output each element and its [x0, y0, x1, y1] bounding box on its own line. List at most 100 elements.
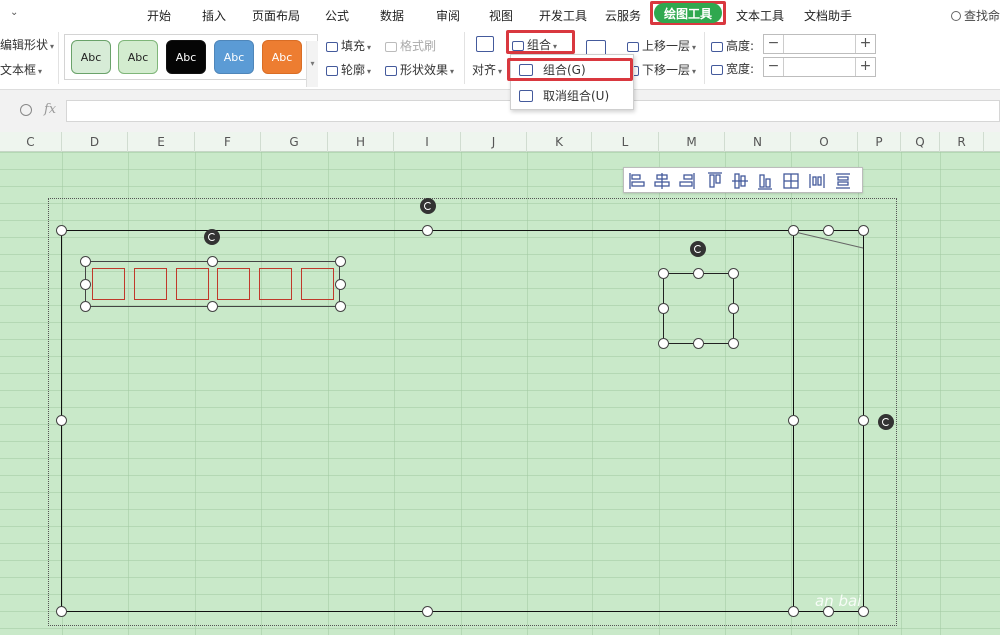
- menu-item-ungroup[interactable]: 取消组合(U): [511, 83, 633, 109]
- rotate-handle-icon[interactable]: [878, 414, 894, 430]
- style-swatch[interactable]: Abc: [71, 40, 111, 74]
- resize-handle[interactable]: [693, 268, 704, 279]
- shape-effect-button[interactable]: 形状效果 ▾: [385, 61, 454, 78]
- resize-handle[interactable]: [788, 606, 799, 617]
- resize-handle[interactable]: [728, 338, 739, 349]
- column-header[interactable]: G: [261, 132, 328, 152]
- column-header[interactable]: Q: [901, 132, 940, 152]
- group-button[interactable]: 组合 ▾: [512, 36, 557, 53]
- width-minus-button[interactable]: −: [764, 58, 784, 76]
- column-header[interactable]: I: [394, 132, 461, 152]
- resize-handle[interactable]: [788, 415, 799, 426]
- column-header[interactable]: F: [195, 132, 261, 152]
- tab-insert[interactable]: 插入: [202, 7, 226, 24]
- resize-handle[interactable]: [335, 256, 346, 267]
- height-plus-button[interactable]: +: [855, 35, 875, 53]
- resize-handle[interactable]: [80, 279, 91, 290]
- style-swatch[interactable]: Abc: [214, 40, 254, 74]
- postcode-cell[interactable]: [176, 268, 209, 300]
- send-backward-label: 下移一层: [642, 63, 691, 77]
- bring-forward-button[interactable]: 上移一层 ▾: [627, 37, 696, 54]
- search-command[interactable]: 查找命: [950, 7, 1000, 24]
- text-box-button[interactable]: 文本框 ▾: [0, 61, 42, 78]
- stamp-square-shape[interactable]: [663, 273, 734, 344]
- column-header[interactable]: C: [0, 132, 62, 152]
- tab-home[interactable]: 开始: [147, 7, 171, 24]
- tab-developer[interactable]: 开发工具: [539, 7, 587, 24]
- resize-handle[interactable]: [658, 303, 669, 314]
- align-button[interactable]: 对齐 ▾: [472, 61, 502, 78]
- resize-handle[interactable]: [56, 225, 67, 236]
- distribute-vertical-icon: [809, 174, 825, 188]
- column-header[interactable]: O: [791, 132, 858, 152]
- resize-handle[interactable]: [207, 256, 218, 267]
- chevron-down-icon: ▾: [498, 67, 503, 76]
- width-plus-button[interactable]: +: [855, 58, 875, 76]
- column-header[interactable]: M: [659, 132, 725, 152]
- postcode-cell[interactable]: [259, 268, 292, 300]
- resize-handle[interactable]: [658, 268, 669, 279]
- quick-menu-chevron-icon[interactable]: ⌄: [10, 7, 18, 18]
- style-swatch[interactable]: Abc: [118, 40, 158, 74]
- column-header[interactable]: K: [527, 132, 592, 152]
- column-header[interactable]: H: [328, 132, 394, 152]
- resize-handle[interactable]: [56, 606, 67, 617]
- tab-cloud-service[interactable]: 云服务: [605, 7, 641, 24]
- resize-handle[interactable]: [823, 225, 834, 236]
- column-header[interactable]: J: [461, 132, 527, 152]
- resize-handle[interactable]: [728, 268, 739, 279]
- resize-handle[interactable]: [335, 279, 346, 290]
- column-header[interactable]: N: [725, 132, 791, 152]
- resize-handle[interactable]: [788, 225, 799, 236]
- rotate-handle-icon[interactable]: [690, 241, 706, 257]
- height-minus-button[interactable]: −: [764, 35, 784, 53]
- resize-handle[interactable]: [80, 256, 91, 267]
- postcode-cell[interactable]: [217, 268, 250, 300]
- zoom-icon[interactable]: [20, 104, 32, 116]
- resize-handle[interactable]: [858, 225, 869, 236]
- resize-handle[interactable]: [658, 338, 669, 349]
- align-icon[interactable]: [476, 34, 497, 53]
- resize-handle[interactable]: [693, 338, 704, 349]
- format-painter-button[interactable]: 格式刷: [385, 37, 436, 54]
- tab-doc-assistant[interactable]: 文档助手: [804, 7, 852, 24]
- tab-formula[interactable]: 公式: [325, 7, 349, 24]
- resize-handle[interactable]: [80, 301, 91, 312]
- side-strip-shape[interactable]: [793, 230, 864, 612]
- resize-handle[interactable]: [422, 606, 433, 617]
- gallery-more-icon[interactable]: ▾: [306, 41, 318, 87]
- column-header[interactable]: E: [128, 132, 195, 152]
- tab-page-layout[interactable]: 页面布局: [252, 7, 300, 24]
- fx-icon[interactable]: fx: [44, 102, 56, 117]
- tab-data[interactable]: 数据: [380, 7, 404, 24]
- tab-text-tools[interactable]: 文本工具: [736, 7, 784, 24]
- resize-handle[interactable]: [728, 303, 739, 314]
- resize-handle[interactable]: [207, 301, 218, 312]
- resize-handle[interactable]: [422, 225, 433, 236]
- resize-handle[interactable]: [335, 301, 346, 312]
- tab-view[interactable]: 视图: [489, 7, 513, 24]
- resize-handle[interactable]: [858, 415, 869, 426]
- column-header[interactable]: P: [858, 132, 901, 152]
- postcode-cell[interactable]: [92, 268, 125, 300]
- column-header[interactable]: R: [940, 132, 984, 152]
- style-swatch[interactable]: Abc: [166, 40, 206, 74]
- fill-button[interactable]: 填充 ▾: [326, 37, 371, 54]
- send-backward-button[interactable]: 下移一层 ▾: [627, 61, 696, 78]
- menu-bar: ⌄ 开始 插入 页面布局 公式 数据 审阅 视图 开发工具 云服务 绘图工具 文…: [0, 0, 1000, 28]
- tab-drawing-tools[interactable]: 绘图工具: [654, 3, 723, 23]
- tab-review[interactable]: 审阅: [436, 7, 460, 24]
- distribute-spacing-icon: [836, 173, 850, 189]
- outline-button[interactable]: 轮廓 ▾: [326, 61, 371, 78]
- column-header[interactable]: L: [592, 132, 659, 152]
- style-swatch[interactable]: Abc: [262, 40, 302, 74]
- postcode-cell[interactable]: [301, 268, 334, 300]
- divider: [704, 32, 705, 84]
- align-label: 对齐: [472, 63, 497, 77]
- postcode-cell[interactable]: [134, 268, 167, 300]
- rotate-handle-icon[interactable]: [420, 198, 436, 214]
- resize-handle[interactable]: [56, 415, 67, 426]
- column-header[interactable]: D: [62, 132, 128, 152]
- rotate-handle-icon[interactable]: [204, 229, 220, 245]
- edit-shape-button[interactable]: 编辑形状 ▾: [0, 36, 54, 53]
